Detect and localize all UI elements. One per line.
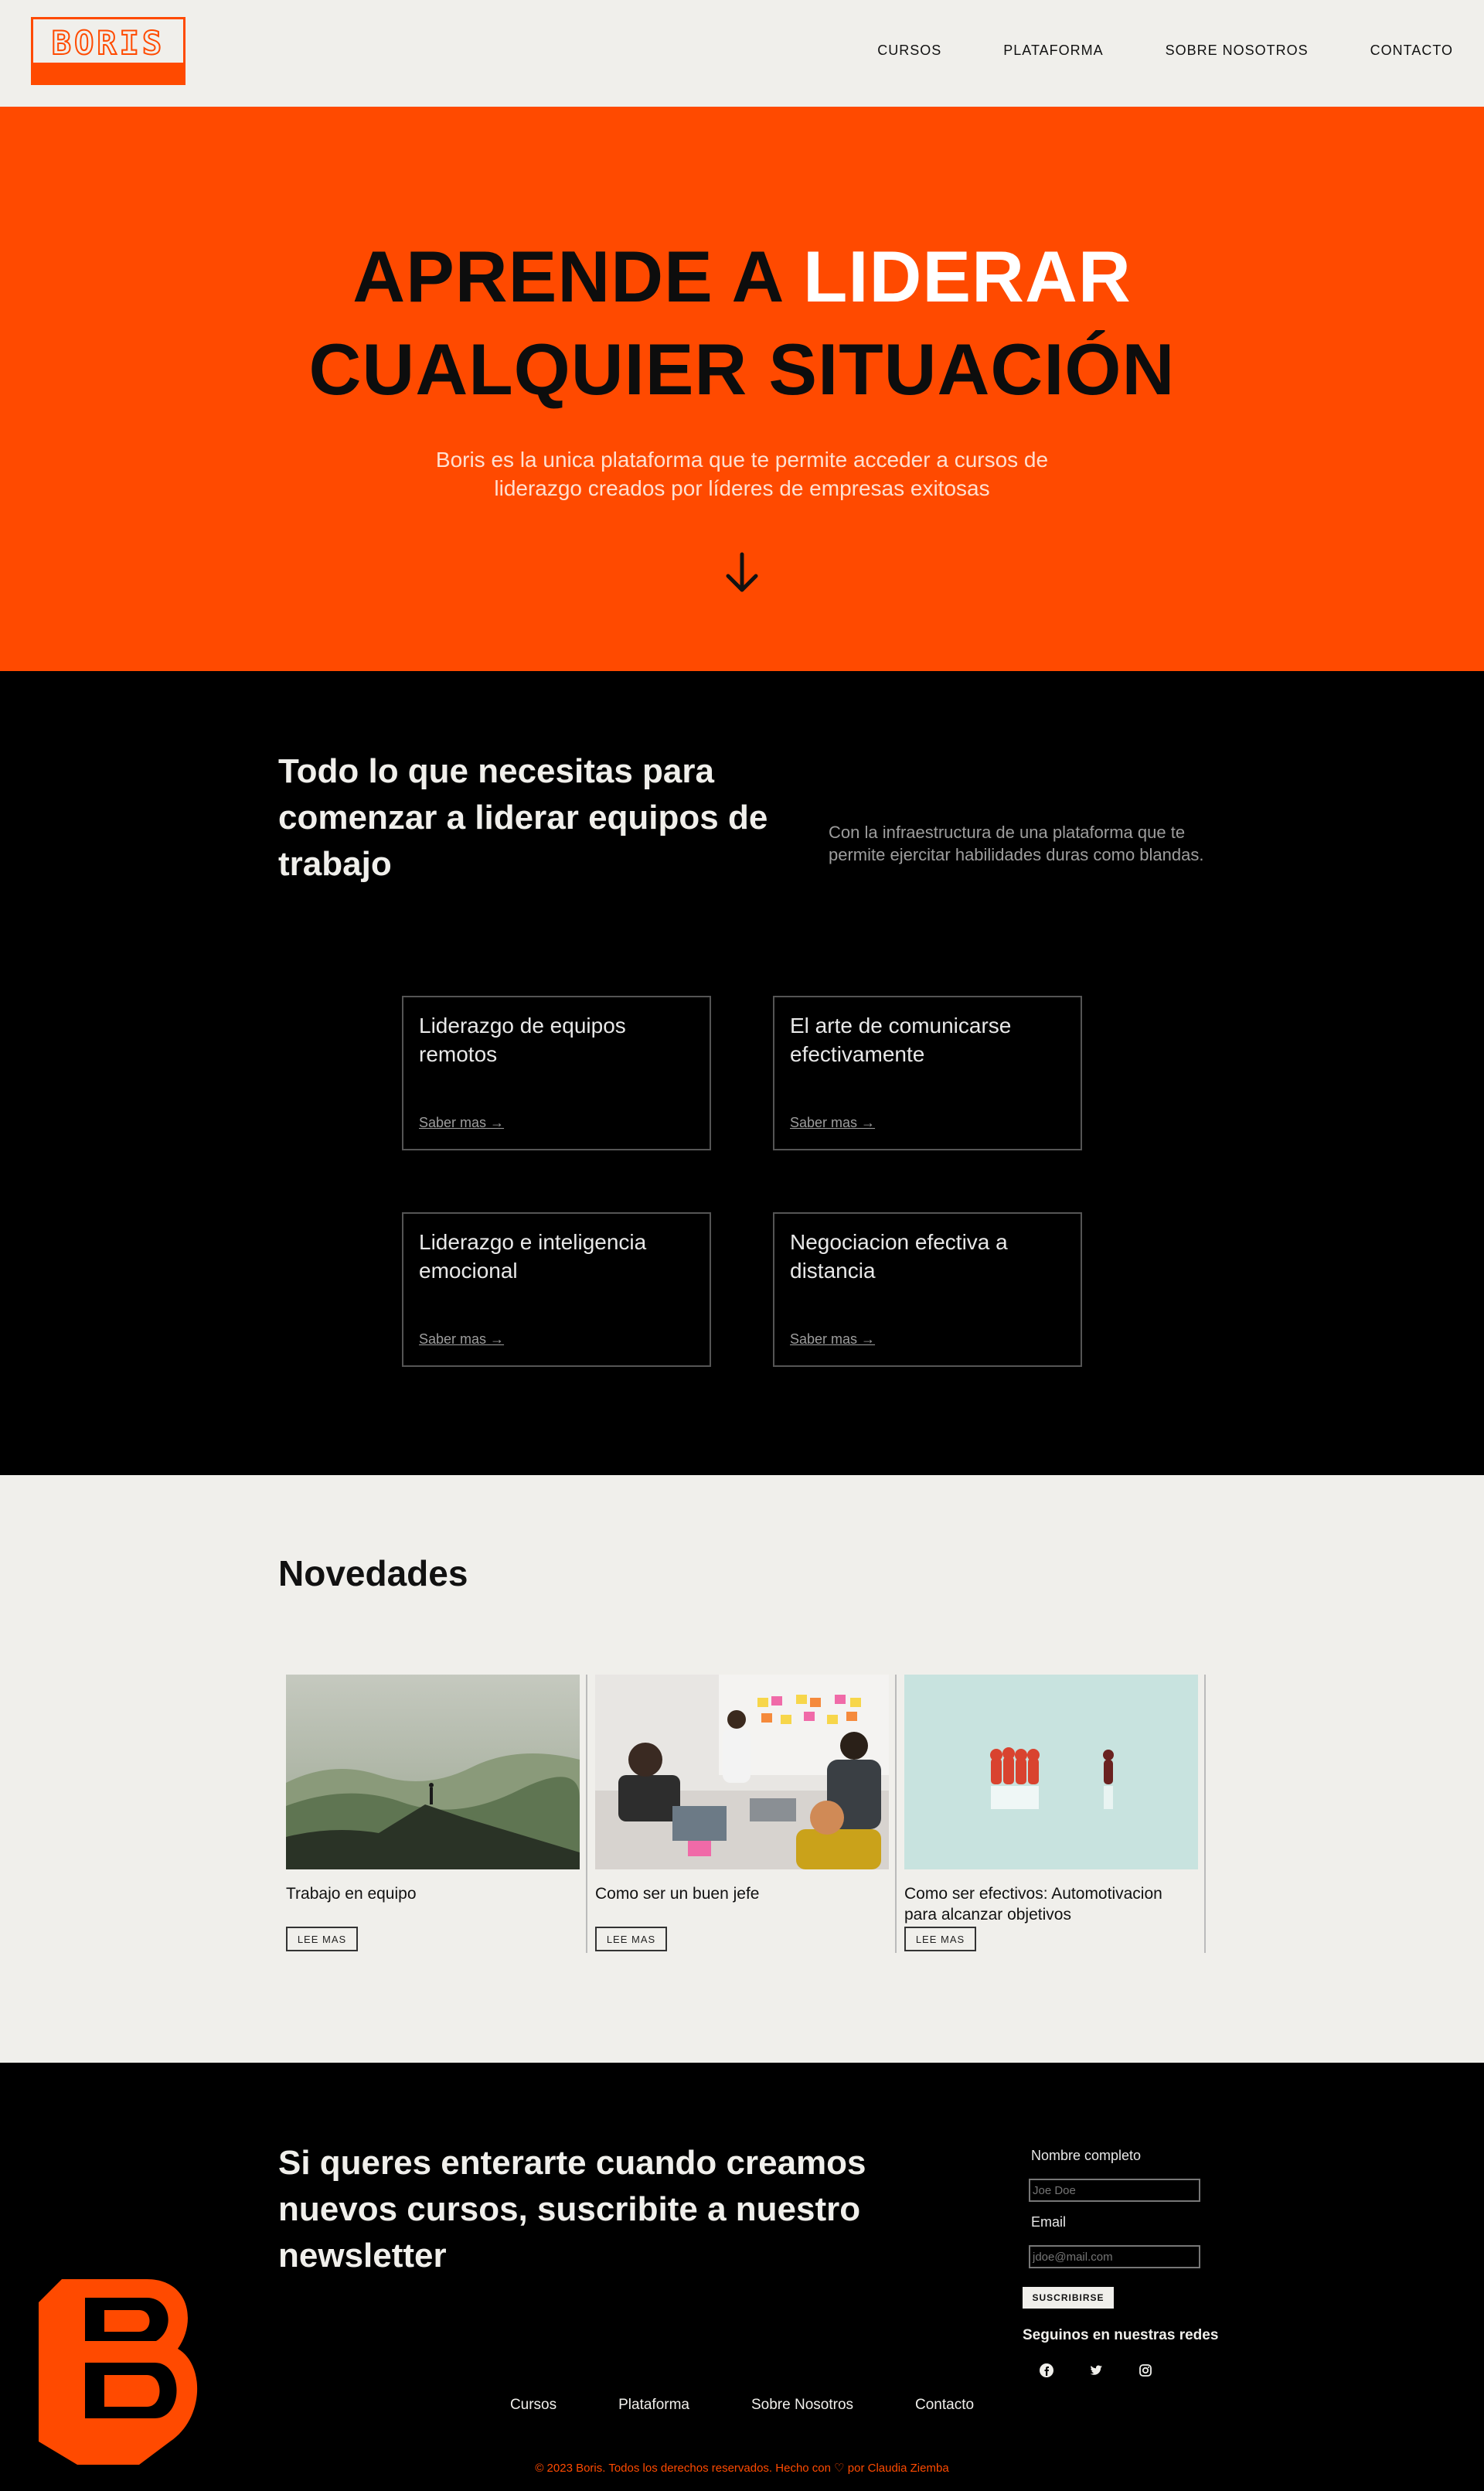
course-card[interactable]: Liderazgo de equipos remotos Saber mas →: [402, 996, 711, 1150]
copyright-text: © 2023 Boris. Todos los derechos reserva…: [535, 2462, 949, 2475]
instagram-icon[interactable]: [1135, 2360, 1156, 2381]
course-card[interactable]: Negociacion efectiva a distancia Saber m…: [773, 1212, 1082, 1367]
course-card[interactable]: El arte de comunicarse efectivamente Sab…: [773, 996, 1082, 1150]
newsletter-title: Si queres enterarte cuando creamos nuevo…: [278, 2144, 866, 2275]
news-image-office[interactable]: [595, 1675, 889, 1869]
main-nav: CURSOS PLATAFORMA SOBRE NOSOTROS CONTACT…: [877, 43, 1453, 59]
saber-mas-link[interactable]: Saber mas →: [419, 1331, 504, 1348]
hero-title-part1: APRENDE A: [352, 236, 803, 317]
name-input[interactable]: [1029, 2179, 1200, 2202]
course-card-title: Liderazgo de equipos remotos: [419, 1014, 626, 1066]
course-card-title: Negociacion efectiva a distancia: [790, 1230, 1008, 1283]
boris-logo[interactable]: BORIS: [31, 17, 186, 85]
facebook-icon[interactable]: [1036, 2360, 1057, 2381]
nav-plataforma[interactable]: PLATAFORMA: [1003, 43, 1103, 59]
lee-mas-button[interactable]: LEE MAS: [595, 1927, 667, 1951]
footer-nav-cursos[interactable]: Cursos: [510, 2397, 556, 2414]
footer-nav-sobre-nosotros[interactable]: Sobre Nosotros: [751, 2397, 853, 2414]
site-header: BORIS CURSOS PLATAFORMA SOBRE NOSOTROS C…: [0, 0, 1484, 107]
course-card-title: Liderazgo e inteligencia emocional: [419, 1230, 647, 1283]
email-label: Email: [1031, 2214, 1067, 2230]
news-card: Trabajo en equipo LEE MAS: [278, 1675, 587, 1953]
site-footer: Si queres enterarte cuando creamos nuevo…: [0, 2063, 1484, 2491]
logo-text: BORIS: [51, 23, 165, 63]
email-input[interactable]: [1029, 2245, 1200, 2268]
news-card-title: Como ser efectivos: Automotivacion para …: [904, 1885, 1162, 1924]
footer-nav-plataforma[interactable]: Plataforma: [618, 2397, 689, 2414]
footer-nav: Cursos Plataforma Sobre Nosotros Contact…: [0, 2397, 1484, 2414]
footer-nav-contacto[interactable]: Contacto: [915, 2397, 974, 2414]
hero-title: APRENDE A LIDERAR CUALQUIER SITUACIÓN: [0, 230, 1484, 416]
news-section: Novedades Trabajo en equipo LEE MAS Como…: [0, 1475, 1484, 2063]
saber-mas-link[interactable]: Saber mas →: [419, 1115, 504, 1131]
features-title: Todo lo que necesitas para comenzar a li…: [278, 752, 768, 883]
news-image-mountain[interactable]: [286, 1675, 580, 1869]
nav-contacto[interactable]: CONTACTO: [1370, 43, 1453, 59]
hero-subtitle: Boris es la unica plataforma que te perm…: [435, 448, 1049, 500]
lee-mas-button[interactable]: LEE MAS: [904, 1927, 976, 1951]
subscribe-button[interactable]: SUSCRIBIRSE: [1023, 2287, 1114, 2309]
logo-bar: [33, 63, 183, 83]
news-card: Como ser efectivos: Automotivacion para …: [897, 1675, 1206, 1953]
social-title: Seguinos en nuestras redes: [1023, 2327, 1219, 2343]
features-section: Todo lo que necesitas para comenzar a li…: [0, 671, 1484, 1475]
news-card-title: Trabajo en equipo: [286, 1885, 417, 1903]
features-description: Con la infraestructura de una plataforma…: [829, 823, 1204, 864]
boris-b-logo-icon: [39, 2279, 198, 2465]
twitter-icon[interactable]: [1085, 2360, 1107, 2381]
news-card: Como ser un buen jefe LEE MAS: [587, 1675, 897, 1953]
hero-section: APRENDE A LIDERAR CUALQUIER SITUACIÓN Bo…: [0, 107, 1484, 671]
course-card[interactable]: Liderazgo e inteligencia emocional Saber…: [402, 1212, 711, 1367]
saber-mas-link[interactable]: Saber mas →: [790, 1331, 875, 1348]
course-card-title: El arte de comunicarse efectivamente: [790, 1014, 1012, 1066]
hero-title-highlight: LIDERAR: [803, 236, 1132, 317]
news-title: Novedades: [278, 1553, 468, 1593]
news-card-title: Como ser un buen jefe: [595, 1885, 760, 1903]
name-label: Nombre completo: [1031, 2148, 1142, 2163]
saber-mas-link[interactable]: Saber mas →: [790, 1115, 875, 1131]
nav-cursos[interactable]: CURSOS: [877, 43, 941, 59]
news-image-pawns[interactable]: [904, 1675, 1198, 1869]
hero-title-line2: CUALQUIER SITUACIÓN: [308, 329, 1176, 410]
arrow-down-icon[interactable]: [723, 551, 761, 595]
lee-mas-button[interactable]: LEE MAS: [286, 1927, 358, 1951]
nav-sobre-nosotros[interactable]: SOBRE NOSOTROS: [1166, 43, 1309, 59]
